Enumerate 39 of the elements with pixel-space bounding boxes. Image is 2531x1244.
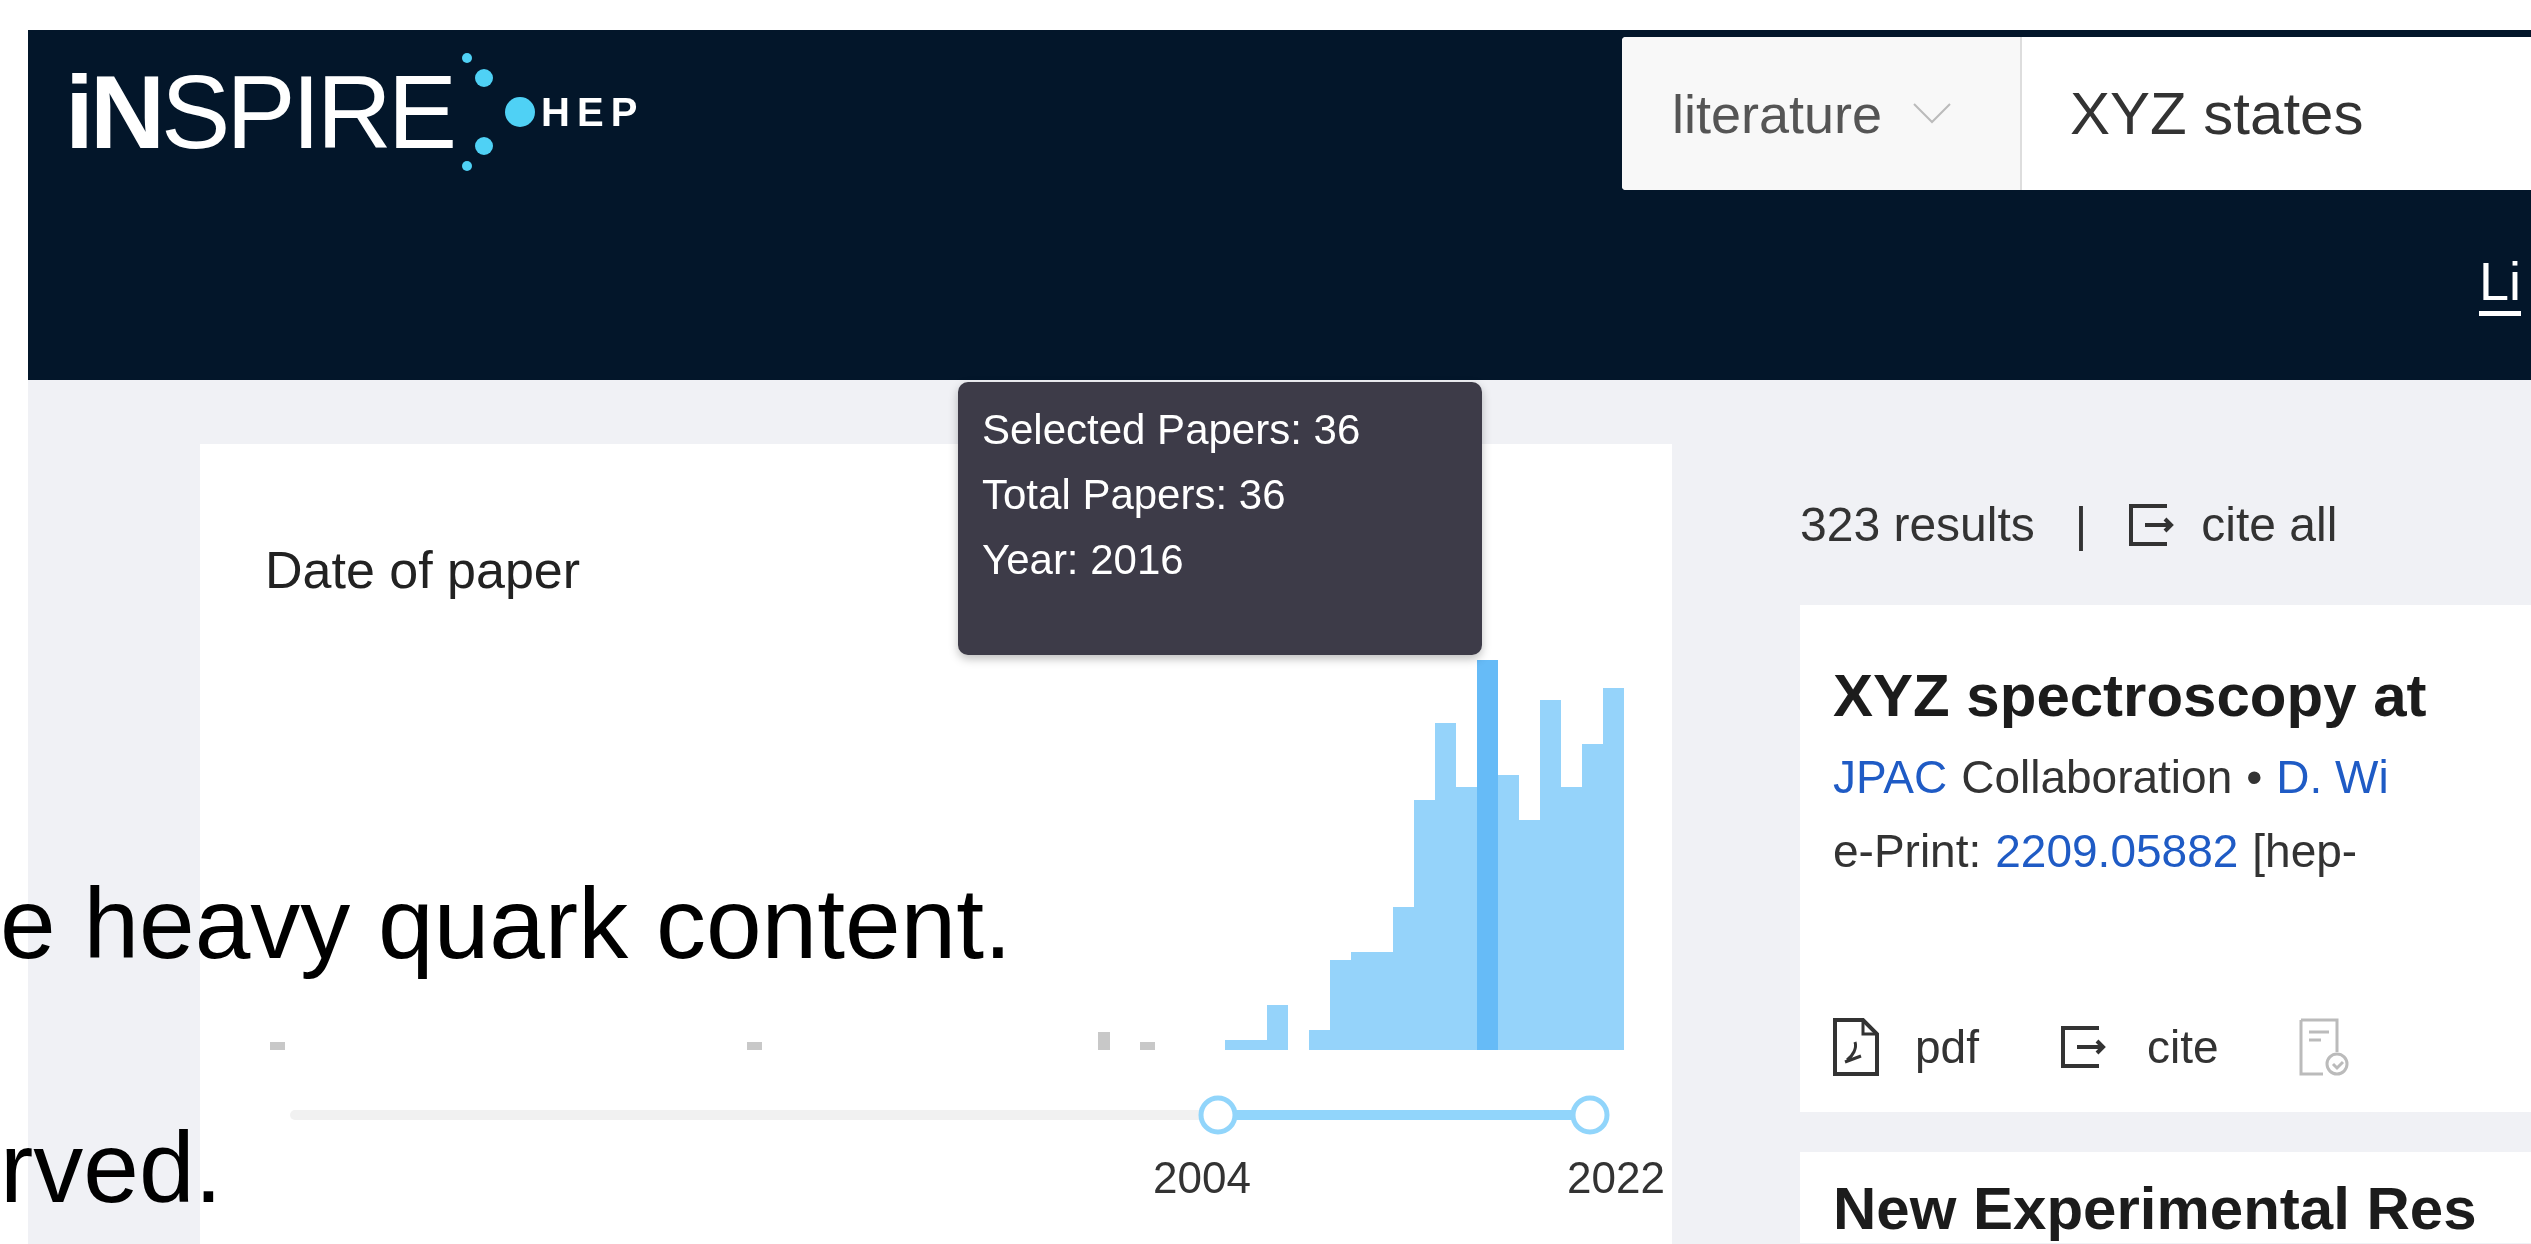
- tooltip-line: Selected Papers: 36: [982, 405, 1362, 455]
- histogram-bar: [1225, 1040, 1246, 1050]
- tooltip-line: Total Papers: 36: [982, 469, 1287, 520]
- author-link[interactable]: D. Wi: [2276, 750, 2389, 804]
- result-title[interactable]: New Experimental Res: [1833, 1174, 2531, 1243]
- logo-dot-icon: [505, 97, 536, 127]
- search-bar[interactable]: literature XYZ states: [1622, 37, 2531, 190]
- pdf-file-icon: [1833, 1018, 1879, 1076]
- tooltip-line: Year: 2016: [982, 534, 1185, 585]
- range-end-label: 2022: [1567, 1153, 1665, 1203]
- slider-handle[interactable]: [1570, 1095, 1610, 1135]
- chevron-down-icon: [1912, 101, 1953, 126]
- eprint-link[interactable]: 2209.05882: [1995, 824, 2239, 878]
- separator: |: [2074, 497, 2088, 552]
- result-title[interactable]: XYZ spectroscopy at: [1833, 661, 2531, 730]
- histogram-bar: [270, 1042, 285, 1050]
- facet-title: Date of paper: [265, 540, 581, 600]
- histogram-bar: [1098, 1032, 1110, 1050]
- author-link[interactable]: JPAC: [1833, 750, 1948, 804]
- scope-dropdown[interactable]: literature: [1622, 37, 2022, 190]
- pdf-button[interactable]: pdf: [1833, 1018, 1979, 1076]
- eprint-label: e-Print:: [1833, 824, 1982, 878]
- logo-suffix: HEP: [541, 89, 645, 135]
- author-text: •: [2246, 750, 2263, 804]
- results-count: 323 results: [1800, 497, 2035, 552]
- nav-link[interactable]: Li: [2478, 252, 2521, 317]
- cite-all-button[interactable]: cite all: [2127, 497, 2338, 552]
- cite-button[interactable]: cite: [2058, 1020, 2219, 1074]
- search-input[interactable]: XYZ states: [2022, 37, 2364, 190]
- overlay-caption: e heavy quark content.: [0, 868, 1012, 978]
- range-start-label: 2004: [1153, 1153, 1251, 1203]
- histogram-bar: [1140, 1042, 1155, 1050]
- histogram-bar: [747, 1042, 762, 1050]
- slider-handle[interactable]: [1198, 1095, 1238, 1135]
- author-text: Collaboration: [1961, 750, 2233, 804]
- overlay-caption: rved.: [0, 1112, 223, 1222]
- document-check-icon: [2298, 1018, 2349, 1076]
- category-text: [hep-: [2252, 824, 2358, 878]
- logo-wordmark[interactable]: iNSPIRE: [65, 60, 454, 164]
